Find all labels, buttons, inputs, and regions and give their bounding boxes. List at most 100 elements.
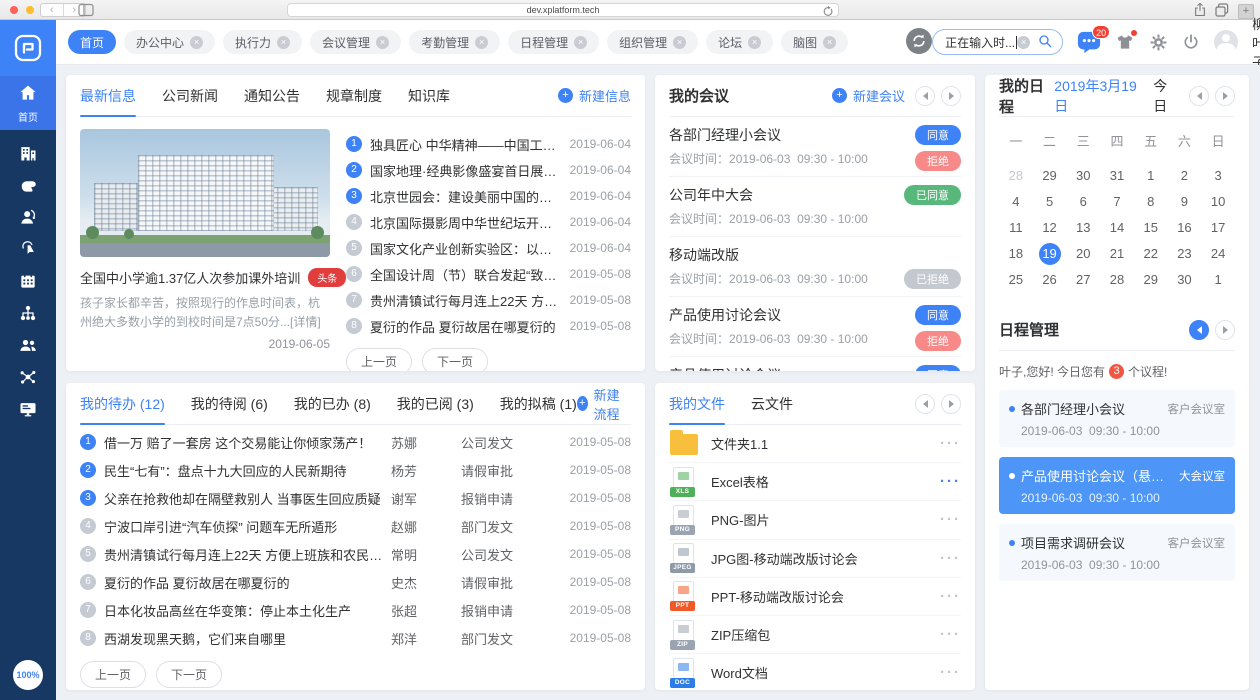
calendar-day[interactable]: 11: [999, 215, 1033, 241]
calendar-day[interactable]: 20: [1066, 241, 1100, 267]
calendar-day[interactable]: 17: [1201, 215, 1235, 241]
prev-arrow-button[interactable]: [915, 394, 935, 414]
todo-row[interactable]: 2 民生“七有”：盘点十九大回应的人民新期待 杨芳 请假审批 2019-05-0…: [66, 456, 645, 484]
news-item[interactable]: 6 全国设计周（节）联合发起“致敬中国设计... 2019-05-08: [346, 261, 631, 287]
calendar-day[interactable]: 1: [1134, 163, 1168, 189]
power-icon[interactable]: [1182, 33, 1200, 51]
nav-tab[interactable]: 日程管理 ×: [508, 30, 599, 54]
prev-month-button[interactable]: [1189, 86, 1209, 106]
calendar-day[interactable]: 29: [1134, 267, 1168, 293]
news-item[interactable]: 8 夏衍的作品 夏衍故居在哪夏衍的 2019-05-08: [346, 313, 631, 339]
prev-page-button[interactable]: 上一页: [346, 348, 412, 371]
file-row[interactable]: DOC Word文档 ···: [669, 654, 961, 690]
calendar-day[interactable]: 1: [1201, 267, 1235, 293]
accept-button[interactable]: 同意: [915, 365, 961, 371]
calendar-day[interactable]: 21: [1100, 241, 1134, 267]
notification-shirt-icon[interactable]: [1115, 32, 1135, 52]
sidebar-item-execution[interactable]: [0, 175, 56, 195]
todo-row[interactable]: 5 贵州清镇试行每月连上22天 方便上班族和农民办事 常明 公司发文 2019-…: [66, 540, 645, 568]
next-page-button[interactable]: 下一页: [156, 661, 222, 688]
search-input[interactable]: 正在输入时... ×: [932, 29, 1063, 55]
file-row[interactable]: PPT PPT-移动端改版讨论会 ···: [669, 578, 961, 616]
news-tab[interactable]: 最新信息: [80, 75, 136, 116]
sidebar-item-office[interactable]: [0, 143, 56, 163]
file-row[interactable]: ZIP ZIP压缩包 ···: [669, 616, 961, 654]
next-month-button[interactable]: [1215, 86, 1235, 106]
more-icon[interactable]: ···: [940, 435, 961, 452]
close-icon[interactable]: ×: [376, 36, 389, 49]
calendar-day[interactable]: 30: [1168, 267, 1202, 293]
calendar-day[interactable]: 30: [1066, 163, 1100, 189]
news-item[interactable]: 4 北京国际摄影周中华世纪坛开幕 聚焦“一带一路” 2019-06-04: [346, 209, 631, 235]
calendar-day[interactable]: 27: [1066, 267, 1100, 293]
next-arrow-button[interactable]: [1215, 320, 1235, 340]
file-row[interactable]: JPEG JPG图-移动端改版讨论会 ···: [669, 540, 961, 578]
close-icon[interactable]: ×: [748, 36, 761, 49]
sidebar-item-home[interactable]: 首页: [0, 76, 56, 130]
close-window-icon[interactable]: [10, 6, 18, 14]
sync-icon[interactable]: [906, 28, 932, 57]
featured-news-title[interactable]: 全国中小学逾1.37亿人次参加课外培训: [80, 268, 300, 287]
agenda-item[interactable]: 产品使用讨论会议（悬浮时） 大会议室 2019-06-03 09:30 - 10…: [999, 457, 1235, 514]
news-item[interactable]: 7 贵州清镇试行每月连上22天 方便上班族和农民办事 2019-05-08: [346, 287, 631, 313]
calendar-day[interactable]: 29: [1033, 163, 1067, 189]
news-item[interactable]: 1 独具匠心 中华精神——中国工艺美术大师作品... 2019-06-04: [346, 131, 631, 157]
news-tab[interactable]: 知识库: [408, 75, 450, 116]
accept-button[interactable]: 同意: [915, 305, 961, 325]
calendar-day[interactable]: 22: [1134, 241, 1168, 267]
calendar-day[interactable]: 2: [1168, 163, 1202, 189]
news-item[interactable]: 5 国家文化产业创新实验区：以创新推动产业发展 2019-06-04: [346, 235, 631, 261]
today-button[interactable]: 今日: [1153, 76, 1179, 116]
sidebar-item-attendance[interactable]: [0, 239, 56, 259]
calendar-day[interactable]: 23: [1168, 241, 1202, 267]
file-row[interactable]: PNG PNG-图片 ···: [669, 501, 961, 539]
todo-row[interactable]: 7 日本化妆品高丝在华变策：停止本土化生产 张超 报销申请 2019-05-08: [66, 596, 645, 624]
close-icon[interactable]: ×: [475, 36, 488, 49]
close-icon[interactable]: ×: [823, 36, 836, 49]
calendar-day[interactable]: 26: [1033, 267, 1067, 293]
todo-tab[interactable]: 我的拟稿 (1): [500, 383, 577, 424]
featured-news[interactable]: 全国中小学逾1.37亿人次参加课外培训 头条 孩子家长都辛苦，按照现行的作息时间…: [80, 129, 330, 371]
todo-row[interactable]: 1 借一万 赔了一套房 这个交易能让你倾家荡产！ 苏娜 公司发文 2019-05…: [66, 428, 645, 456]
calendar-day[interactable]: 28: [999, 163, 1033, 189]
meeting-item[interactable]: 产品使用讨论会议 会议时间：2019-06-03 09:30 - 10:00 同…: [669, 357, 961, 371]
next-page-button[interactable]: 下一页: [422, 348, 488, 371]
nav-tab[interactable]: 考勤管理 ×: [409, 30, 500, 54]
nav-tab[interactable]: 脑图 ×: [781, 30, 848, 54]
calendar-day[interactable]: 6: [1066, 189, 1100, 215]
calendar-day[interactable]: 19: [1033, 241, 1067, 267]
more-icon[interactable]: ···: [940, 473, 961, 490]
file-row[interactable]: XLS Excel表格 ···: [669, 463, 961, 501]
new-news-button[interactable]: + 新建信息: [558, 86, 631, 105]
app-logo[interactable]: [0, 20, 56, 76]
next-arrow-button[interactable]: [941, 394, 961, 414]
more-icon[interactable]: ···: [940, 664, 961, 681]
featured-news-image[interactable]: [80, 129, 330, 257]
sidebar-item-monitor[interactable]: [0, 399, 56, 419]
todo-row[interactable]: 6 夏衍的作品 夏衍故居在哪夏衍的 史杰 请假审批 2019-05-08: [66, 568, 645, 596]
todo-row[interactable]: 4 宁波口岸引进“汽车侦探” 问题车无所遁形 赵娜 部门发文 2019-05-0…: [66, 512, 645, 540]
sidebar-item-schedule[interactable]: [0, 271, 56, 291]
reject-button[interactable]: 拒绝: [915, 331, 961, 351]
meeting-item[interactable]: 移动端改版 会议时间：2019-06-03 09:30 - 10:00 已拒绝: [669, 237, 961, 297]
news-item[interactable]: 2 国家地理·经典影像盛宴首日展在中华世纪坛... 2019-06-04: [346, 157, 631, 183]
sidebar-toggle-icon[interactable]: [78, 3, 94, 20]
avatar[interactable]: [1214, 30, 1238, 54]
todo-tab[interactable]: 我的已阅 (3): [397, 383, 474, 424]
new-workflow-button[interactable]: + 新建流程: [577, 385, 631, 423]
calendar-day[interactable]: 5: [1033, 189, 1067, 215]
files-tab[interactable]: 我的文件: [669, 383, 725, 424]
calendar-day[interactable]: 9: [1168, 189, 1202, 215]
calendar-day[interactable]: 7: [1100, 189, 1134, 215]
calendar-day[interactable]: 3: [1201, 163, 1235, 189]
calendar-day[interactable]: 24: [1201, 241, 1235, 267]
meeting-item[interactable]: 公司年中大会 会议时间：2019-06-03 09:30 - 10:00 已同意: [669, 177, 961, 237]
todo-tab[interactable]: 我的待办 (12): [80, 383, 165, 424]
prev-page-button[interactable]: 上一页: [80, 661, 146, 688]
sidebar-item-org[interactable]: [0, 303, 56, 323]
calendar-day[interactable]: 12: [1033, 215, 1067, 241]
more-icon[interactable]: ···: [940, 550, 961, 567]
sidebar-item-mindmap[interactable]: [0, 367, 56, 387]
calendar-day[interactable]: 18: [999, 241, 1033, 267]
nav-tab[interactable]: 办公中心 ×: [124, 30, 215, 54]
